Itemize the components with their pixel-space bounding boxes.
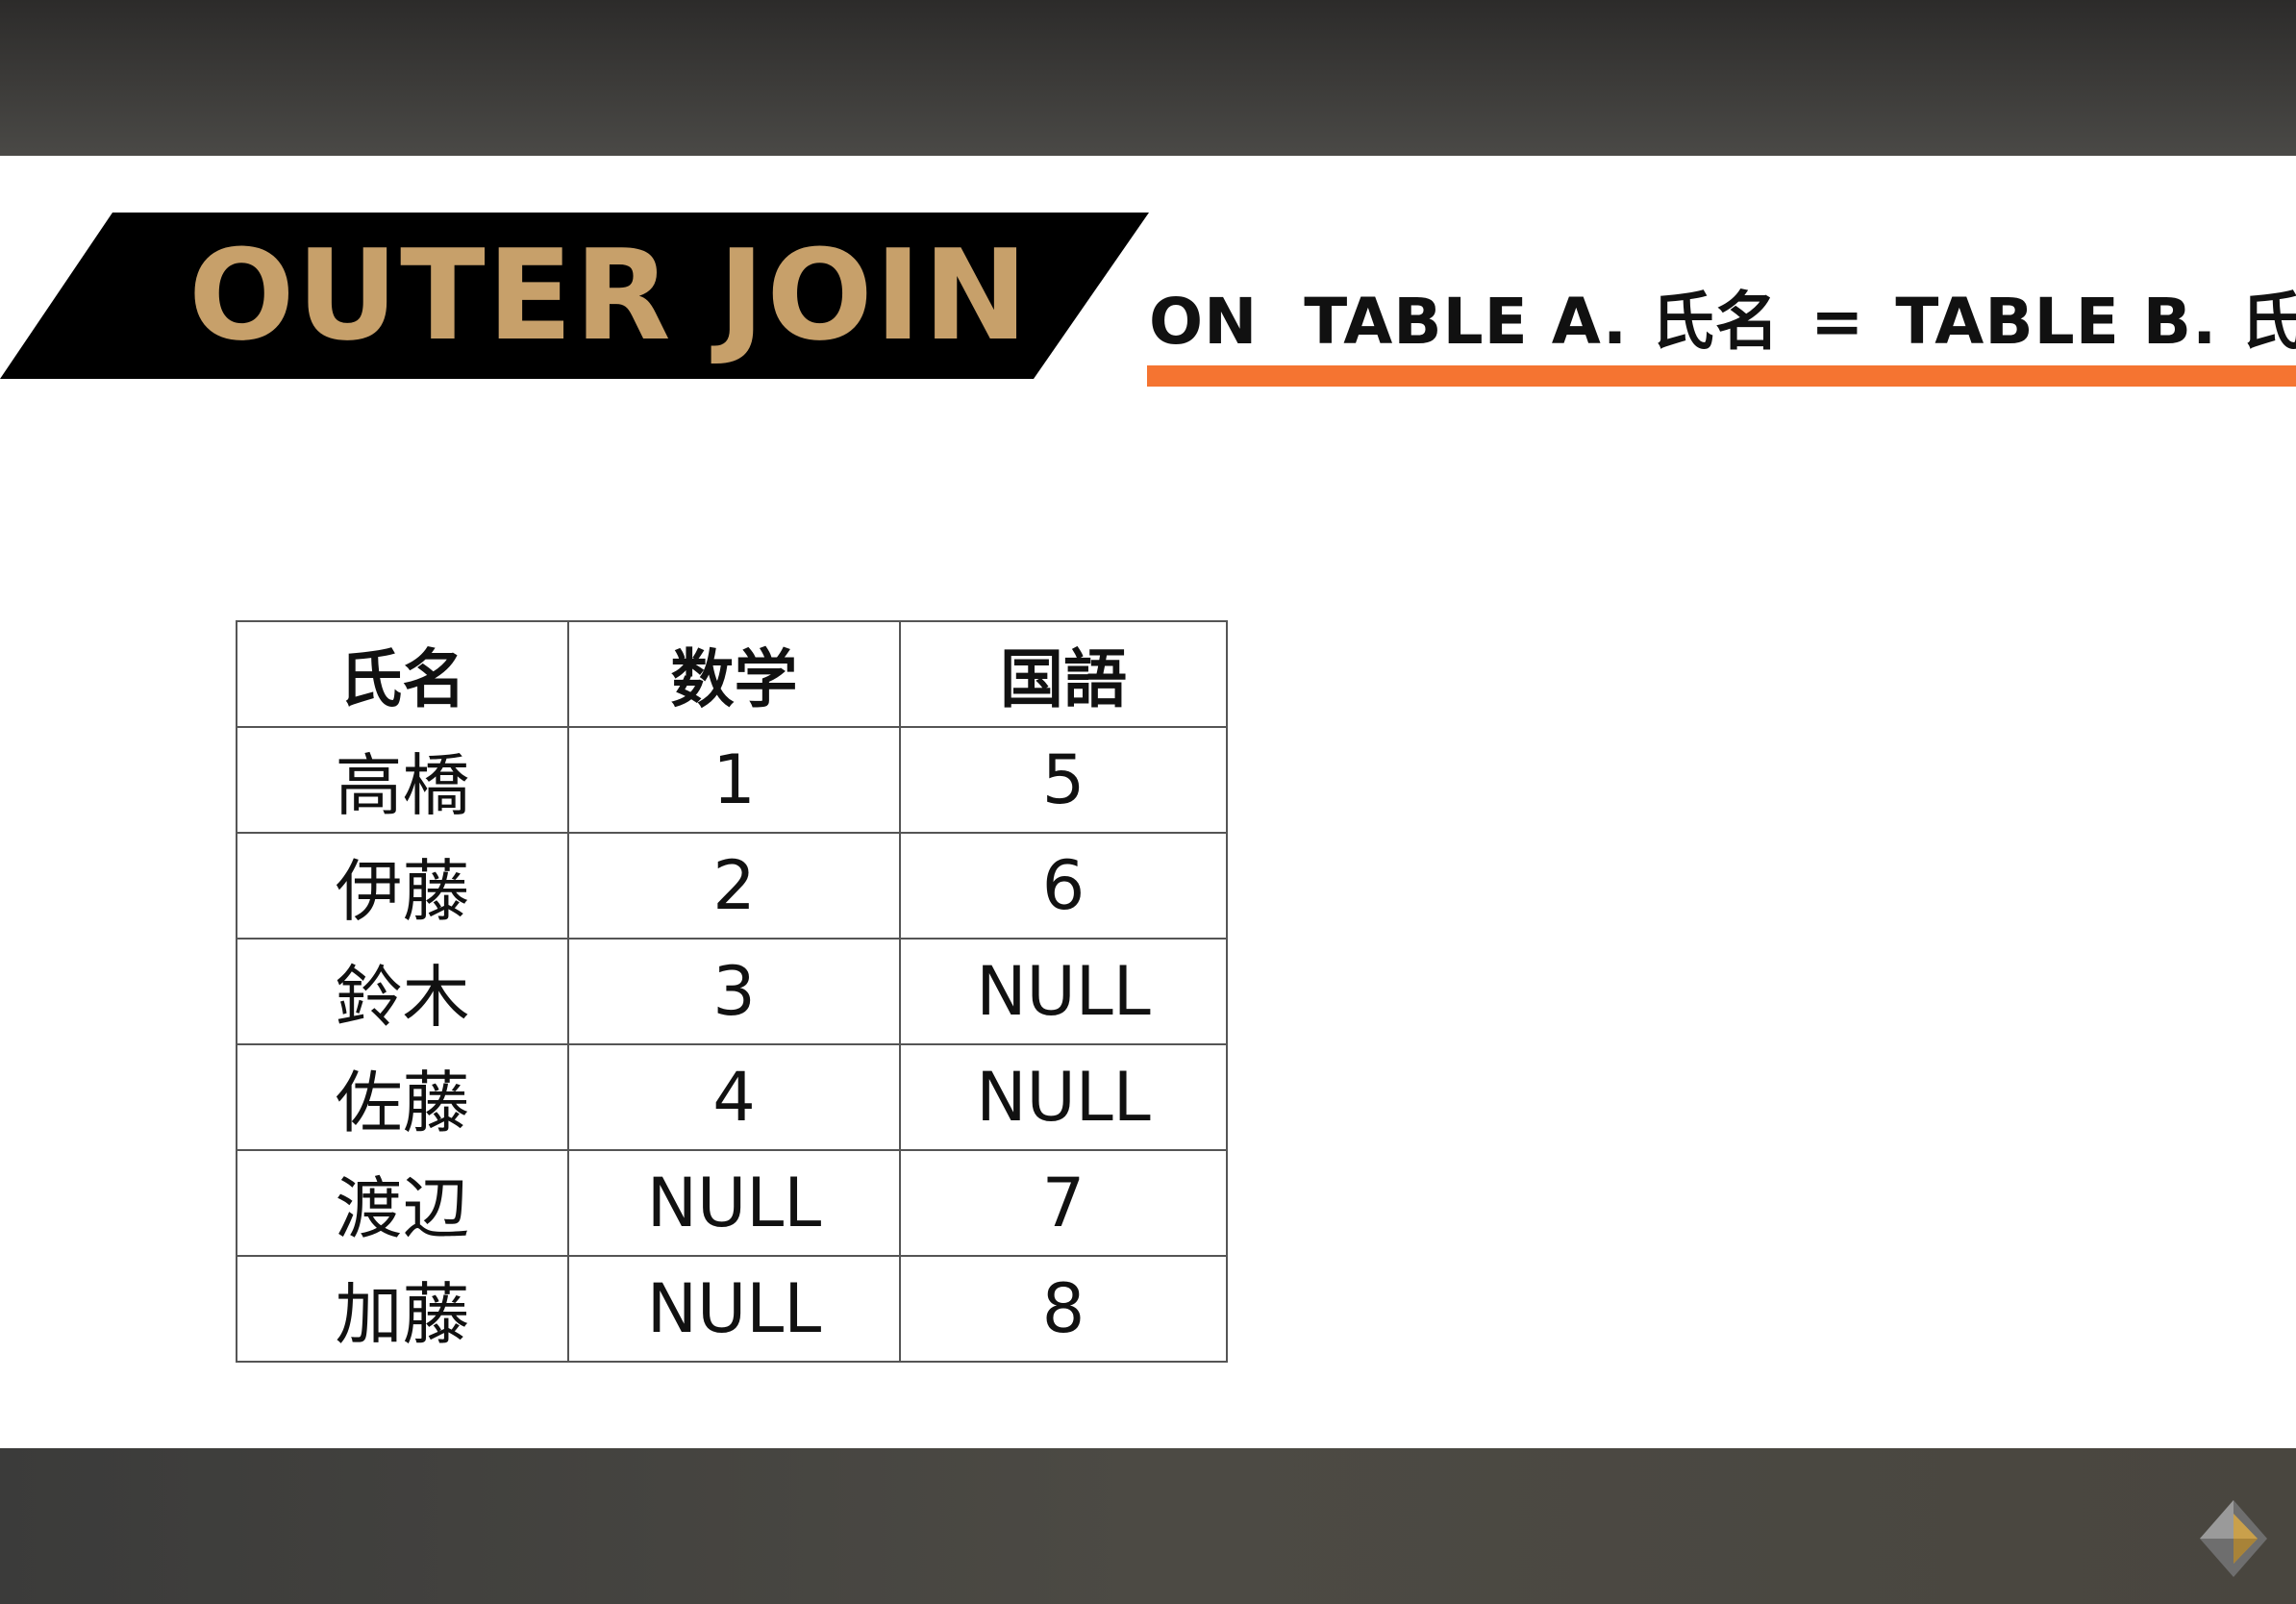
cell-japanese: 7: [899, 1149, 1228, 1257]
bottom-bar: [0, 1448, 2296, 1604]
cell-japanese: 6: [899, 832, 1228, 940]
cell-math: 2: [567, 832, 901, 940]
slide-title: OUTER JOIN: [188, 222, 1030, 368]
table-row: 鈴木 3 NULL: [236, 938, 1228, 1045]
cell-japanese: NULL: [899, 938, 1228, 1045]
cell-math: 3: [567, 938, 901, 1045]
table-row: 高橋 1 5: [236, 726, 1228, 834]
join-condition-operator: =: [1810, 285, 1865, 359]
cell-math: 1: [567, 726, 901, 834]
table-header-row: 氏名 数学 国語: [236, 620, 1228, 728]
join-condition-underline: [1147, 365, 2296, 387]
table-row: 渡辺 NULL 7: [236, 1149, 1228, 1257]
join-condition: ON TABLE A. 氏名 = TABLE B. 氏名: [1149, 279, 2296, 365]
table-row: 佐藤 4 NULL: [236, 1043, 1228, 1151]
diamond-logo-icon: [2200, 1500, 2267, 1577]
cell-math: NULL: [567, 1255, 901, 1363]
table-row: 加藤 NULL 8: [236, 1255, 1228, 1363]
cell-japanese: 5: [899, 726, 1228, 834]
cell-name: 渡辺: [236, 1149, 569, 1257]
column-header-japanese: 国語: [899, 620, 1228, 728]
cell-japanese: 8: [899, 1255, 1228, 1363]
column-header-name: 氏名: [236, 620, 569, 728]
cell-name: 鈴木: [236, 938, 569, 1045]
cell-japanese: NULL: [899, 1043, 1228, 1151]
table-row: 伊藤 2 6: [236, 832, 1228, 940]
cell-name: 佐藤: [236, 1043, 569, 1151]
cell-name: 加藤: [236, 1255, 569, 1363]
column-header-math: 数学: [567, 620, 901, 728]
cell-math: 4: [567, 1043, 901, 1151]
join-condition-left: ON TABLE A. 氏名: [1149, 285, 1781, 359]
cell-name: 高橋: [236, 726, 569, 834]
cell-math: NULL: [567, 1149, 901, 1257]
join-condition-right: TABLE B. 氏名: [1895, 285, 2296, 359]
join-result-table: 氏名 数学 国語 高橋 1 5 伊藤 2 6 鈴木 3 NULL 佐藤 4 NU…: [236, 620, 1228, 1363]
top-bar: [0, 0, 2296, 156]
cell-name: 伊藤: [236, 832, 569, 940]
